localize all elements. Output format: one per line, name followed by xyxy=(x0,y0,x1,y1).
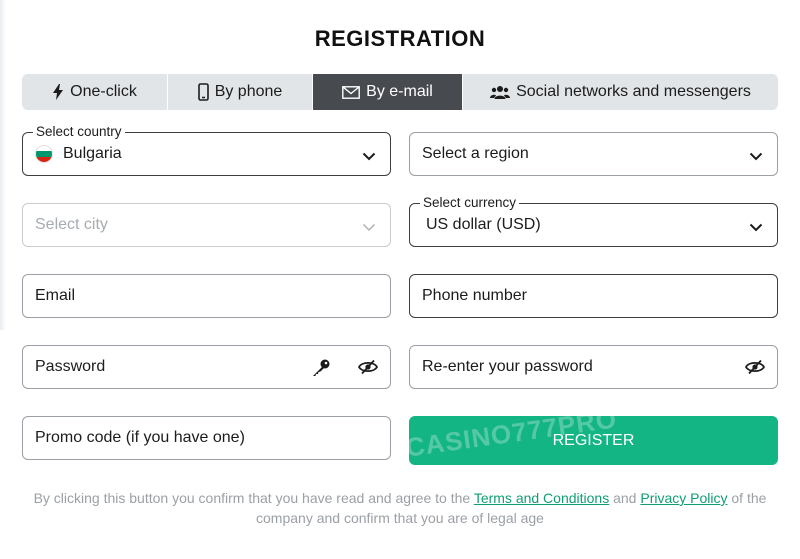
tab-label: One-click xyxy=(70,83,137,100)
currency-select-value: US dollar (USD) xyxy=(426,216,541,233)
country-select[interactable]: Select country Bulgaria xyxy=(22,124,391,176)
eye-slash-icon[interactable] xyxy=(357,359,379,380)
tab-label: Social networks and messengers xyxy=(516,83,751,100)
tab-label: By phone xyxy=(214,83,283,100)
country-select-value: Bulgaria xyxy=(63,145,122,162)
page-title: REGISTRATION xyxy=(314,26,486,51)
tab-social-networks[interactable]: Social networks and messengers xyxy=(463,74,778,110)
bulgaria-flag-icon xyxy=(35,145,53,163)
eye-slash-icon[interactable] xyxy=(744,359,766,380)
currency-select[interactable]: Select currency US dollar (USD) xyxy=(409,195,778,247)
city-select-placeholder: Select city xyxy=(35,216,108,233)
terms-and-conditions-link[interactable]: Terms and Conditions xyxy=(474,490,609,506)
users-icon xyxy=(490,85,511,100)
chevron-down-icon xyxy=(749,219,763,237)
chevron-down-icon xyxy=(362,148,376,166)
chevron-down-icon xyxy=(749,148,763,166)
email-field[interactable]: Email xyxy=(22,274,391,318)
confirm-password-placeholder: Re-enter your password xyxy=(422,358,593,375)
privacy-policy-link[interactable]: Privacy Policy xyxy=(640,490,727,506)
register-button[interactable]: CASINO777PRO REGISTER xyxy=(409,416,778,465)
chevron-down-icon xyxy=(362,219,376,237)
email-placeholder: Email xyxy=(35,287,76,304)
tab-label: By e-mail xyxy=(366,83,433,100)
phone-number-field[interactable]: Phone number xyxy=(409,274,778,318)
city-select[interactable]: Select city xyxy=(22,203,391,247)
key-icon[interactable] xyxy=(311,358,331,383)
register-button-label: REGISTER xyxy=(552,431,635,449)
consent-text: By clicking this button you confirm that… xyxy=(16,488,784,528)
promo-code-placeholder: Promo code (if you have one) xyxy=(35,429,245,446)
envelope-icon xyxy=(342,85,361,99)
phone-icon xyxy=(197,83,209,101)
consent-text-before: By clicking this button you confirm that… xyxy=(33,490,471,506)
promo-code-field[interactable]: Promo code (if you have one) xyxy=(22,416,391,460)
tab-by-email[interactable]: By e-mail xyxy=(313,74,463,110)
password-field[interactable]: Password xyxy=(22,345,391,389)
currency-select-label: Select currency xyxy=(420,195,520,211)
confirm-password-field[interactable]: Re-enter your password xyxy=(409,345,778,389)
tab-by-phone[interactable]: By phone xyxy=(168,74,313,110)
lightning-icon xyxy=(52,84,64,100)
region-select-placeholder: Select a region xyxy=(422,145,529,162)
region-select[interactable]: Select a region xyxy=(409,132,778,176)
registration-method-tabs: One-click By phone By e-mail Social netw… xyxy=(22,74,778,110)
country-select-label: Select country xyxy=(33,124,125,140)
phone-number-placeholder: Phone number xyxy=(422,287,527,304)
consent-text-and: and xyxy=(613,490,637,506)
tab-one-click[interactable]: One-click xyxy=(22,74,168,110)
